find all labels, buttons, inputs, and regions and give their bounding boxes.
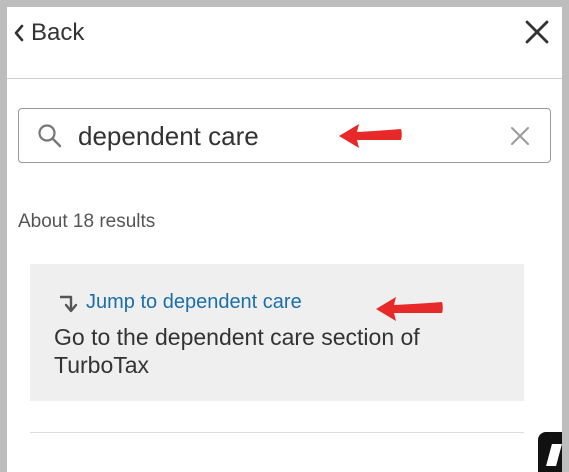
help-panel: Back About 18 results [7,7,562,472]
search-icon [38,124,62,148]
clear-icon[interactable] [509,125,531,147]
assistant-widget-icon[interactable] [538,432,562,472]
close-button[interactable] [522,17,552,47]
jump-arrow-icon [57,292,81,314]
result-divider [30,432,524,433]
panel-header: Back [7,7,562,79]
back-button[interactable]: Back [13,15,84,51]
result-count: About 18 results [18,211,156,232]
search-box [18,108,551,163]
chevron-left-icon [13,23,25,43]
result-description: Go to the dependent care section of Turb… [54,324,420,378]
search-input[interactable] [78,117,478,155]
jump-link[interactable]: Jump to dependent care [86,291,302,314]
close-icon [525,20,549,44]
search-result-card[interactable]: Jump to dependent care Go to the depende… [30,264,524,401]
jump-link-row[interactable]: Jump to dependent care [57,291,302,314]
back-label: Back [31,19,85,46]
